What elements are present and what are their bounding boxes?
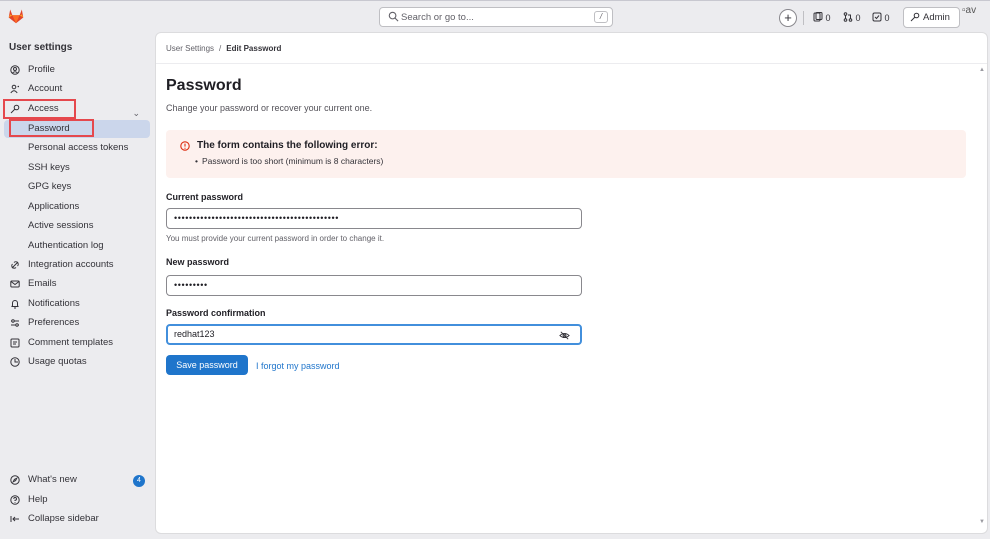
access-highlight-box [3, 99, 76, 119]
issues-icon [813, 12, 823, 22]
search-placeholder: Search or go to... [401, 12, 474, 23]
link-icon [11, 261, 19, 269]
sidebar-item-account[interactable]: Account [4, 80, 150, 98]
main-panel: User Settings / Edit Password ▲ ▼ Password… [155, 32, 988, 534]
sidebar-item-gpg-keys[interactable]: GPG keys [4, 178, 150, 196]
password-confirmation-label: Password confirmation [166, 308, 266, 318]
merge-request-icon [843, 12, 853, 22]
admin-key-icon [910, 12, 920, 22]
current-password-help: You must provide your current password i… [166, 234, 385, 243]
topbar-divider [803, 11, 804, 25]
user-avatar[interactable]: ▫av [962, 5, 990, 16]
create-new-button[interactable]: + [779, 9, 797, 27]
sidebar-item-preferences[interactable]: Preferences [4, 314, 150, 332]
sidebar-item-label: Personal access tokens [28, 142, 129, 153]
sidebar-item-help[interactable]: Help [4, 491, 150, 509]
admin-label: Admin [923, 12, 950, 23]
sidebar-item-label: Active sessions [28, 220, 94, 231]
sidebar-item-label: Integration accounts [28, 259, 114, 270]
eye-slash-icon[interactable] [559, 330, 570, 341]
password-confirmation-field[interactable]: redhat123 [166, 324, 582, 345]
breadcrumb-current: Edit Password [226, 44, 282, 53]
alert-error-item: Password is too short (minimum is 8 char… [195, 156, 383, 166]
account-icon [10, 84, 20, 94]
help-icon [10, 495, 20, 505]
sidebar-item-collapse[interactable]: Collapse sidebar [4, 510, 150, 528]
profile-icon [10, 65, 20, 75]
sidebar-item-label: Comment templates [28, 337, 114, 348]
scroll-down-icon[interactable]: ▼ [979, 519, 985, 525]
sidebar-item-label: Notifications [28, 298, 80, 309]
search-input[interactable]: Search or go to... / [379, 7, 613, 27]
error-icon [180, 141, 190, 151]
merge-requests-counter[interactable]: 0 [843, 12, 861, 23]
compass-icon [10, 475, 20, 485]
issues-count: 0 [825, 13, 831, 23]
sidebar-item-label: Account [28, 83, 63, 94]
sidebar-item-usage-quotas[interactable]: Usage quotas [4, 353, 150, 371]
sidebar-item-applications[interactable]: Applications [4, 198, 150, 216]
sidebar-item-label: Help [28, 494, 48, 505]
breadcrumb: User Settings / Edit Password [166, 44, 281, 53]
page-title: Password [166, 77, 242, 94]
sidebar-item-profile[interactable]: Profile [4, 61, 150, 79]
sidebar-item-label: GPG keys [28, 181, 72, 192]
current-password-label: Current password [166, 192, 244, 202]
collapse-icon [10, 516, 19, 522]
gitlab-logo-icon[interactable] [7, 8, 25, 24]
sidebar-item-emails[interactable]: Emails [4, 275, 150, 293]
password-confirmation-value: redhat123 [174, 329, 215, 339]
current-password-value: ••••••••••••••••••••••••••••••••••••••••… [174, 213, 340, 223]
sidebar-item-active-sessions[interactable]: Active sessions [4, 217, 150, 235]
sidebar-item-label: Usage quotas [28, 356, 87, 367]
sidebar-item-whats-new[interactable]: What's new [4, 471, 150, 489]
sidebar-item-authentication-log[interactable]: Authentication log [4, 237, 150, 255]
sidebar-item-personal-access-tokens[interactable]: Personal access tokens [4, 139, 150, 157]
current-password-field[interactable]: ••••••••••••••••••••••••••••••••••••••••… [166, 208, 582, 229]
sidebar-item-label: Authentication log [28, 240, 104, 251]
error-alert: The form contains the following error: P… [166, 130, 966, 178]
alert-title: The form contains the following error: [197, 140, 378, 151]
search-shortcut-key: / [594, 11, 608, 23]
merge-requests-count: 0 [855, 13, 861, 23]
admin-button[interactable]: Admin [903, 7, 960, 28]
sidebar: User settings Profile Account Access ⌄ P… [0, 32, 154, 539]
todo-icon [872, 12, 882, 22]
todos-count: 0 [884, 13, 890, 23]
new-password-field[interactable]: ••••••••• [166, 275, 582, 296]
top-bar: Search or go to... / + 0 0 0 Admin ▫av [0, 0, 990, 32]
issues-counter[interactable]: 0 [813, 12, 831, 23]
sidebar-item-label: Emails [28, 278, 57, 289]
sidebar-item-label: Profile [28, 64, 55, 75]
sidebar-item-label: Applications [28, 201, 80, 212]
search-icon [388, 11, 399, 22]
sidebar-item-label: Preferences [28, 317, 80, 328]
breadcrumb-divider [156, 63, 987, 64]
sidebar-title: User settings [9, 42, 73, 53]
avatar-alt-text: av [965, 5, 977, 16]
password-highlight-box [9, 119, 94, 137]
sidebar-item-label: SSH keys [28, 162, 70, 173]
quota-icon [10, 357, 20, 367]
new-password-label: New password [166, 257, 230, 267]
sidebar-item-ssh-keys[interactable]: SSH keys [4, 159, 150, 177]
comment-icon [10, 338, 20, 348]
todos-counter[interactable]: 0 [872, 12, 890, 23]
page-description: Change your password or recover your cur… [166, 103, 373, 113]
sidebar-item-comment-templates[interactable]: Comment templates [4, 334, 150, 352]
bell-icon [11, 300, 19, 309]
sliders-icon [11, 319, 19, 327]
sidebar-item-notifications[interactable]: Notifications [4, 295, 150, 313]
whats-new-badge: 4 [133, 475, 145, 487]
forgot-password-link[interactable]: I forgot my password [256, 361, 340, 371]
sidebar-item-label: What's new [28, 474, 77, 485]
mail-icon [10, 280, 20, 288]
save-password-button[interactable]: Save password [166, 355, 248, 375]
scroll-up-icon[interactable]: ▲ [979, 67, 985, 73]
breadcrumb-parent-link[interactable]: User Settings [166, 44, 214, 53]
breadcrumb-separator: / [219, 44, 222, 53]
sidebar-item-integration-accounts[interactable]: Integration accounts [4, 256, 150, 274]
new-password-value: ••••••••• [174, 280, 208, 290]
sidebar-item-label: Collapse sidebar [28, 513, 99, 524]
